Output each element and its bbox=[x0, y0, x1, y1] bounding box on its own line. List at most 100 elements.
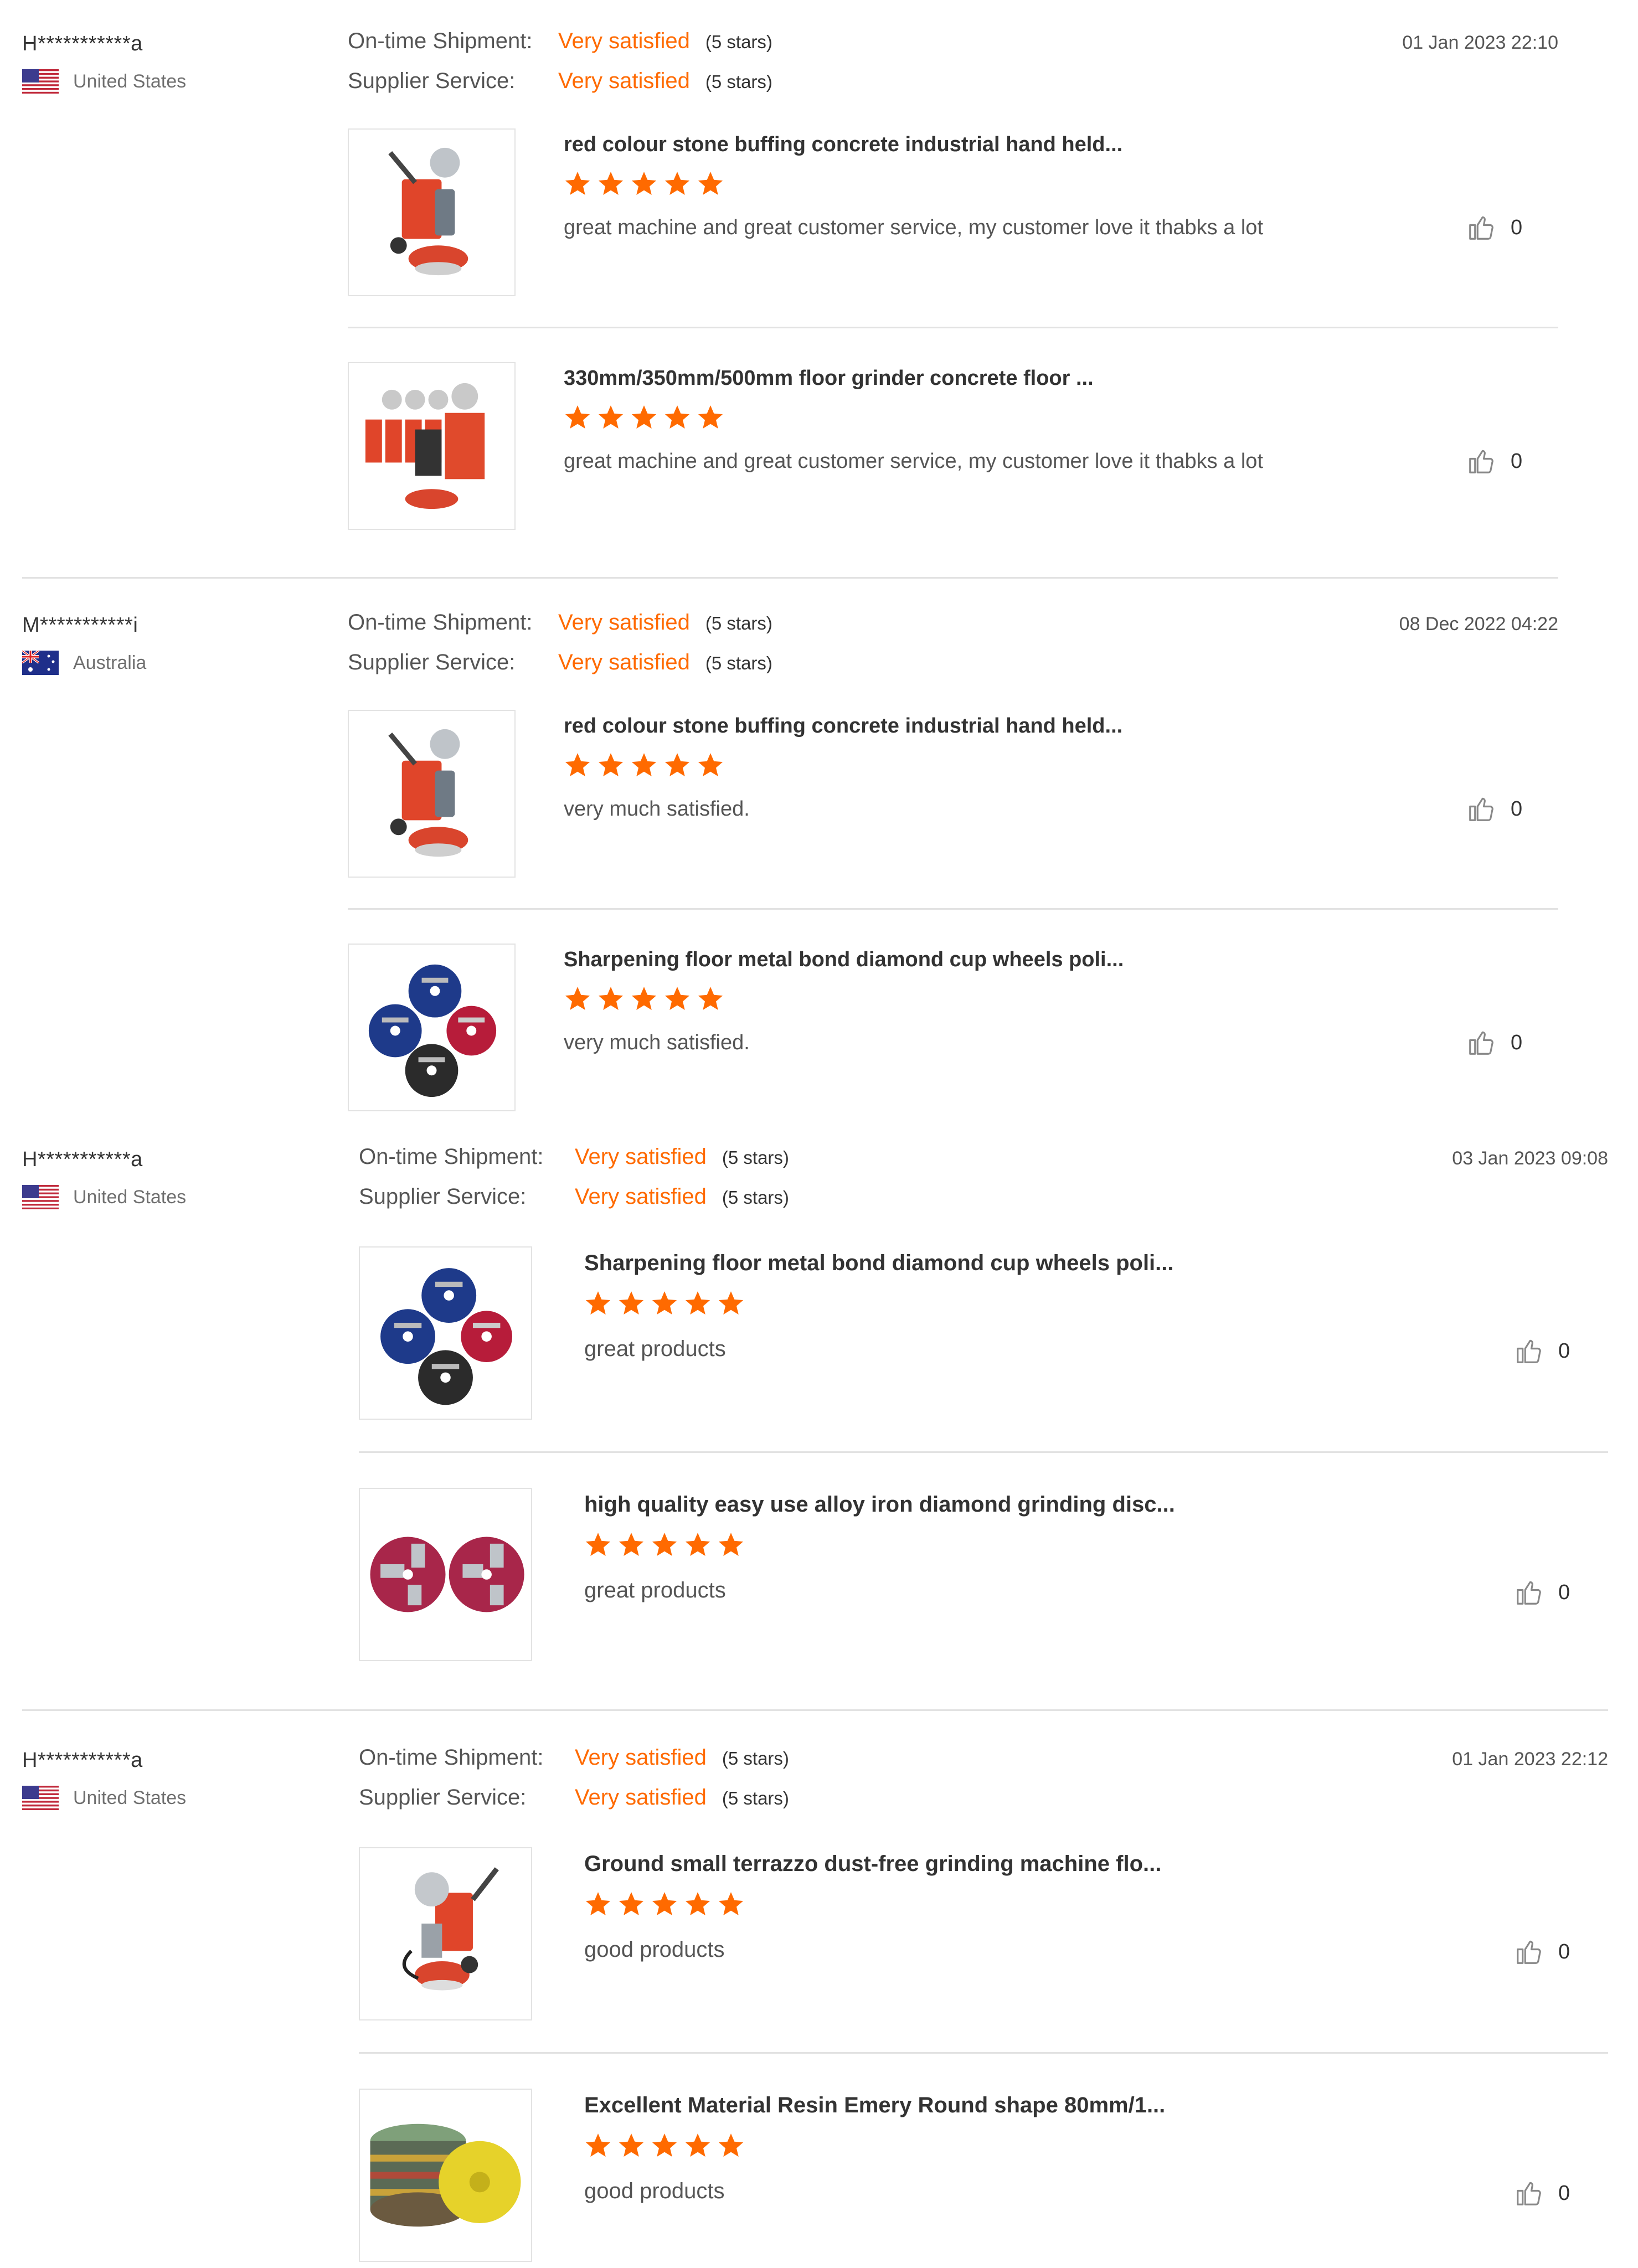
star-icon bbox=[685, 1291, 710, 1315]
thumbs-up-icon bbox=[1517, 2182, 1541, 2205]
thumbs-up-icon bbox=[1469, 450, 1493, 473]
rating-summary: On-time Shipment: Very satisfied (5 stars)… bbox=[359, 1145, 789, 1224]
service-value: Very satisfied bbox=[575, 1785, 707, 1810]
service-value: Very satisfied bbox=[558, 69, 690, 93]
star-icon bbox=[619, 2133, 644, 2157]
product-title[interactable]: high quality easy use alloy iron diamond… bbox=[584, 1492, 1175, 1517]
product-rating bbox=[584, 1531, 745, 1559]
service-stars: (5 stars) bbox=[705, 653, 772, 673]
service-stars: (5 stars) bbox=[722, 1187, 789, 1208]
service-stars: (5 stars) bbox=[722, 1788, 789, 1808]
product-title[interactable]: red colour stone buffing concrete indust… bbox=[564, 133, 1122, 157]
product-rating bbox=[564, 404, 724, 431]
star-icon bbox=[718, 1291, 744, 1315]
star-icon bbox=[685, 1892, 710, 1915]
review-comment: great machine and great customer service… bbox=[564, 216, 1263, 239]
reviewer-info: H***********a United States bbox=[22, 1749, 186, 1810]
product-thumbnail[interactable] bbox=[359, 2089, 532, 2262]
star-icon bbox=[565, 405, 590, 429]
us-flag-icon bbox=[22, 69, 59, 94]
service-label: Supplier Service: bbox=[348, 69, 516, 93]
like-count: 0 bbox=[1558, 1339, 1570, 1363]
like-button[interactable]: 0 bbox=[1514, 1336, 1570, 1366]
review-divider bbox=[22, 1709, 1608, 1711]
like-button[interactable]: 0 bbox=[1514, 1937, 1570, 1967]
reviews-list: H***********a United States On-time Ship… bbox=[0, 0, 1638, 2268]
product-title[interactable]: Ground small terrazzo dust-free grinding… bbox=[584, 1852, 1161, 1877]
product-title[interactable]: Sharpening floor metal bond diamond cup … bbox=[564, 948, 1124, 972]
product-thumbnail[interactable] bbox=[359, 1847, 532, 2020]
thumbs-up-icon bbox=[1469, 1031, 1493, 1055]
like-button[interactable]: 0 bbox=[1514, 1578, 1570, 1607]
star-icon bbox=[598, 172, 624, 195]
star-icon bbox=[652, 2133, 677, 2157]
product-thumbnail[interactable] bbox=[348, 362, 516, 530]
product-title[interactable]: red colour stone buffing concrete indust… bbox=[564, 714, 1122, 738]
star-icon bbox=[631, 405, 657, 429]
ontime-label: On-time Shipment: bbox=[348, 29, 533, 53]
like-count: 0 bbox=[1558, 2181, 1570, 2205]
red-grinder-machine-icon bbox=[388, 147, 468, 276]
row-of-grinders-icon bbox=[365, 383, 485, 509]
star-icon bbox=[598, 987, 624, 1010]
thumbs-up-icon bbox=[1517, 1940, 1541, 1964]
product-title[interactable]: Sharpening floor metal bond diamond cup … bbox=[584, 1251, 1174, 1276]
review-comment: great machine and great customer service… bbox=[564, 450, 1263, 473]
product-thumbnail[interactable] bbox=[359, 1488, 532, 1661]
ontime-value: Very satisfied bbox=[558, 29, 690, 53]
product-title[interactable]: Excellent Material Resin Emery Round sha… bbox=[584, 2093, 1165, 2118]
ontime-stars: (5 stars) bbox=[705, 613, 772, 633]
reviewer-info: H***********a United States bbox=[22, 32, 186, 94]
star-icon bbox=[718, 1892, 744, 1915]
like-button[interactable]: 0 bbox=[1466, 213, 1522, 243]
reviewer-country: Australia bbox=[73, 652, 147, 673]
product-thumbnail[interactable] bbox=[348, 710, 516, 878]
ontime-value: Very satisfied bbox=[575, 1145, 707, 1169]
like-button[interactable]: 0 bbox=[1466, 446, 1522, 476]
product-rating bbox=[564, 751, 724, 779]
ontime-stars: (5 stars) bbox=[722, 1147, 789, 1168]
like-count: 0 bbox=[1558, 1580, 1570, 1604]
reviewer-name: M***********i bbox=[22, 614, 138, 637]
star-icon bbox=[698, 987, 723, 1010]
product-rating bbox=[584, 1890, 745, 1918]
service-label: Supplier Service: bbox=[359, 1184, 527, 1209]
ontime-label: On-time Shipment: bbox=[348, 610, 533, 635]
star-icon bbox=[718, 1533, 744, 1556]
service-label: Supplier Service: bbox=[348, 650, 516, 674]
product-divider bbox=[348, 908, 1558, 910]
thumbs-up-icon bbox=[1469, 797, 1493, 821]
product-thumbnail[interactable] bbox=[348, 128, 516, 296]
product-thumbnail[interactable] bbox=[348, 944, 516, 1111]
like-button[interactable]: 0 bbox=[1466, 1028, 1522, 1058]
reviewer-info: H***********a United States bbox=[22, 1148, 186, 1209]
star-icon bbox=[631, 987, 657, 1010]
rating-summary: On-time Shipment: Very satisfied (5 stars)… bbox=[348, 29, 772, 109]
star-icon bbox=[585, 1291, 611, 1315]
us-flag-icon bbox=[22, 1786, 59, 1810]
star-icon bbox=[665, 172, 690, 195]
like-count: 0 bbox=[1511, 797, 1523, 821]
reviewer-name: H***********a bbox=[22, 1148, 143, 1171]
review-date: 01 Jan 2023 22:10 bbox=[1402, 32, 1558, 53]
thumbs-up-icon bbox=[1517, 1581, 1541, 1605]
star-icon bbox=[652, 1533, 677, 1556]
reviewer-country: United States bbox=[73, 70, 187, 92]
service-stars: (5 stars) bbox=[705, 71, 772, 92]
reviewer-country: United States bbox=[73, 1787, 187, 1808]
product-divider bbox=[359, 1451, 1608, 1453]
star-icon bbox=[685, 2133, 710, 2157]
like-count: 0 bbox=[1511, 215, 1523, 239]
product-rating bbox=[584, 2132, 745, 2159]
polishing-pads-icon bbox=[370, 2123, 521, 2227]
review-date: 01 Jan 2023 22:12 bbox=[1452, 1749, 1608, 1770]
grinding-discs-icon bbox=[370, 1537, 524, 1612]
like-button[interactable]: 0 bbox=[1514, 2178, 1570, 2208]
product-thumbnail[interactable] bbox=[359, 1246, 532, 1420]
star-icon bbox=[598, 405, 624, 429]
like-button[interactable]: 0 bbox=[1466, 794, 1522, 824]
terrazzo-grinder-icon bbox=[402, 1867, 499, 1991]
ontime-stars: (5 stars) bbox=[722, 1748, 789, 1769]
star-icon bbox=[652, 1892, 677, 1915]
product-title[interactable]: 330mm/350mm/500mm floor grinder concrete… bbox=[564, 367, 1094, 390]
